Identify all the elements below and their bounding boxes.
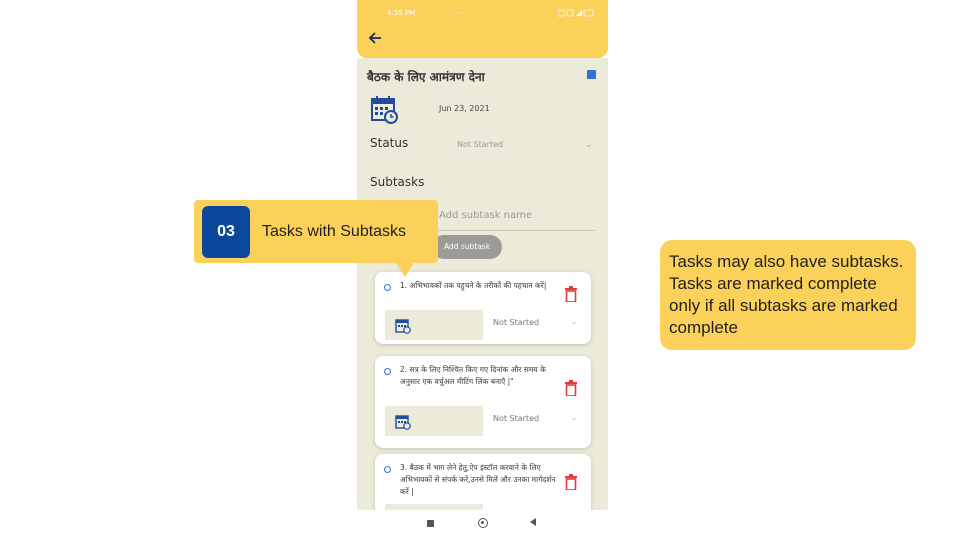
subtask-text: 2. सत्र के लिए निश्चित किए गए दिनांक और … [400, 365, 546, 386]
status-label: Status [370, 136, 409, 150]
trash-icon[interactable] [565, 380, 577, 396]
chevron-down-icon[interactable]: ⌄ [571, 414, 577, 422]
step-label: Tasks with Subtasks [262, 223, 407, 240]
status-bar: 4:35 PM ··· [357, 0, 608, 24]
status-time: 4:35 PM [387, 9, 416, 17]
subtask-text: 3. बैठक में भाग लेने हेतु,ऐप इंस्टॉल करव… [400, 463, 556, 496]
calendar-icon[interactable] [371, 96, 399, 130]
subtask-date-box[interactable] [385, 310, 483, 340]
phone-screen: 4:35 PM ··· बैठक के लिए आमंत्रण देना Jun… [357, 0, 608, 540]
info-callout: Tasks may also have subtasks. Tasks are … [660, 240, 916, 350]
subtask-text: 1. अभिभावकों तक पहुचने के तरीकों की पहचा… [400, 281, 547, 290]
subtask-status-dropdown[interactable]: Not Started [493, 318, 539, 327]
system-nav-bar [357, 510, 608, 540]
edit-icon[interactable] [587, 70, 596, 79]
subtask-date-box[interactable] [385, 406, 483, 436]
back-arrow-icon[interactable] [367, 30, 387, 50]
status-dots: ··· [455, 9, 465, 17]
complete-radio[interactable] [384, 284, 391, 291]
calendar-icon [395, 319, 411, 334]
subtask-status-dropdown[interactable]: Not Started [493, 414, 539, 423]
complete-radio[interactable] [384, 368, 391, 375]
recents-icon[interactable] [427, 520, 434, 527]
subtask-name-input[interactable]: Add subtask name [435, 208, 595, 231]
callout-pointer [396, 263, 414, 277]
task-detail: बैठक के लिए आमंत्रण देना Jun 23, 2021 St… [357, 58, 608, 524]
battery-icon [557, 9, 594, 19]
status-dropdown[interactable]: Not Started [457, 140, 503, 149]
chevron-down-icon[interactable]: ⌄ [585, 140, 592, 149]
step-number-badge: 03 [202, 206, 250, 258]
back-triangle-icon[interactable] [530, 518, 536, 526]
task-date: Jun 23, 2021 [439, 104, 490, 113]
step-callout: 03 Tasks with Subtasks [194, 200, 438, 263]
task-title: बैठक के लिए आमंत्रण देना [367, 70, 485, 84]
calendar-icon [395, 415, 411, 430]
info-text: Tasks may also have subtasks. Tasks are … [669, 252, 904, 337]
trash-icon[interactable] [565, 286, 577, 302]
home-icon[interactable] [478, 518, 488, 528]
chevron-down-icon[interactable]: ⌄ [571, 318, 577, 326]
add-subtask-button[interactable]: Add subtask [432, 235, 502, 259]
subtask-card: 2. सत्र के लिए निश्चित किए गए दिनांक और … [375, 356, 591, 448]
trash-icon[interactable] [565, 474, 577, 490]
complete-radio[interactable] [384, 466, 391, 473]
app-bar [357, 24, 608, 58]
subtask-card: 1. अभिभावकों तक पहुचने के तरीकों की पहचा… [375, 272, 591, 344]
subtasks-label: Subtasks [370, 175, 425, 189]
